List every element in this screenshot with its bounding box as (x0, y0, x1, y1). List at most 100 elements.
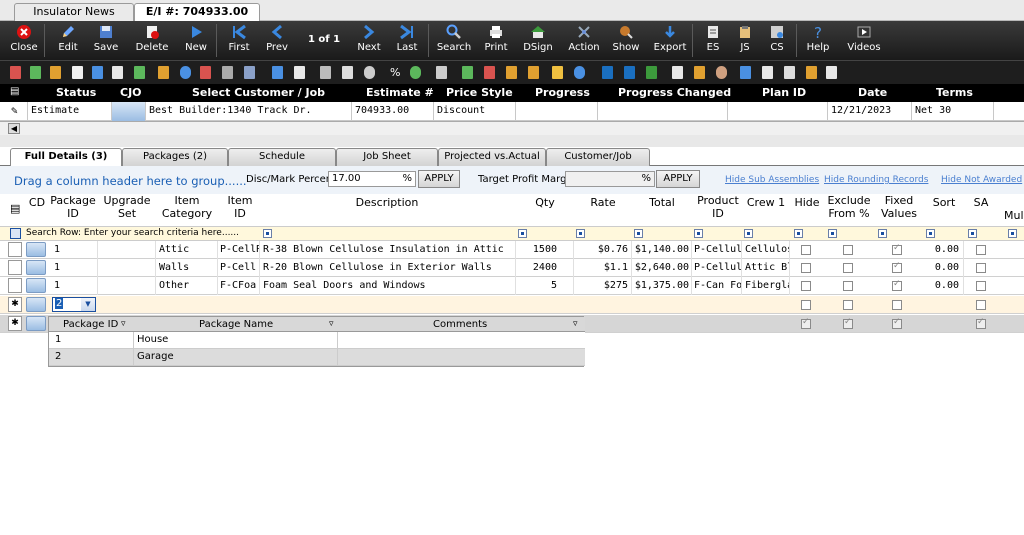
progress-changed-cell[interactable] (598, 102, 728, 121)
search-row-hint[interactable]: Search Row: Enter your search criteria h… (26, 228, 239, 238)
cd-button[interactable] (26, 242, 46, 257)
filter-icon[interactable] (878, 229, 887, 238)
sa-checkbox[interactable] (976, 281, 986, 291)
filter-icon[interactable] (926, 229, 935, 238)
filter-icon[interactable] (1008, 229, 1017, 238)
next-button[interactable]: Next (352, 21, 386, 60)
col-cjo[interactable]: CJO (120, 86, 142, 99)
search-row[interactable]: Search Row: Enter your search criteria h… (0, 226, 1024, 241)
row-indicator[interactable] (8, 278, 22, 293)
tool-icon[interactable] (180, 66, 191, 79)
new-button[interactable]: New (178, 21, 214, 60)
qty-cell[interactable]: 2400 (516, 259, 574, 277)
apply-disc-button[interactable]: APPLY (418, 170, 460, 188)
col-item-category[interactable]: Item Category (158, 194, 216, 224)
grid-menu-icon[interactable]: ▤ (10, 86, 19, 97)
fixed-values-checkbox[interactable] (892, 300, 902, 310)
delete-button[interactable]: Delete (132, 21, 172, 60)
tool-icon[interactable] (294, 66, 305, 79)
fixed-values-checkbox[interactable] (892, 317, 902, 329)
col-date[interactable]: Date (858, 86, 887, 99)
package-dropdown[interactable]: Package ID ▿ Package Name ▿ Comments ▿ 1… (48, 316, 585, 367)
tool-icon[interactable] (72, 66, 83, 79)
percent-icon[interactable]: % (390, 66, 404, 79)
upgrade-set-cell[interactable] (98, 259, 156, 277)
table-row[interactable]: 1 Attic P-CellR R-38 Blown Cellulose Ins… (0, 241, 1024, 259)
col-status[interactable]: Status (56, 86, 96, 99)
user-icon[interactable] (716, 66, 727, 79)
category-cell[interactable]: Walls (156, 259, 218, 277)
filter-icon[interactable] (634, 229, 643, 238)
sort-cell[interactable]: 0.00 (922, 241, 964, 259)
description-cell[interactable]: Foam Seal Doors and Windows (260, 277, 516, 295)
product-id-cell[interactable]: P-Cellulo (692, 259, 742, 277)
col-price-style[interactable]: Price Style (446, 86, 513, 99)
show-button[interactable]: Show (608, 21, 644, 60)
tab-projected-vs-actual[interactable]: Projected vs.Actual (438, 148, 546, 166)
tool-icon[interactable] (200, 66, 211, 79)
tab-packages[interactable]: Packages (2) (122, 148, 228, 166)
tool-icon[interactable] (740, 66, 751, 79)
col-fixed-values[interactable]: Fixed Values (876, 194, 922, 224)
cd-button[interactable] (26, 260, 46, 275)
sa-checkbox[interactable] (976, 300, 986, 310)
tool-icon[interactable] (806, 66, 817, 79)
tool-icon[interactable] (112, 66, 123, 79)
col-customer[interactable]: Select Customer / Job (192, 86, 325, 99)
js-button[interactable]: JS (730, 21, 760, 60)
row-indicator[interactable] (8, 260, 22, 275)
tab-customer-job[interactable]: Customer/Job (546, 148, 650, 166)
tool-icon[interactable] (50, 66, 61, 79)
tool-icon[interactable] (826, 66, 837, 79)
add-row-indicator[interactable]: ✱ (8, 316, 22, 331)
hide-checkbox[interactable] (801, 263, 811, 273)
col-hide[interactable]: Hide (792, 194, 822, 224)
sa-checkbox[interactable] (976, 245, 986, 255)
exclude-checkbox[interactable] (843, 245, 853, 255)
col-sa[interactable]: SA (966, 194, 996, 224)
column-chooser-icon[interactable]: ▤ (10, 202, 20, 215)
sort-cell[interactable]: 0.00 (922, 259, 964, 277)
crew-cell[interactable]: Attic Blo (742, 259, 790, 277)
filter-icon[interactable] (263, 229, 272, 238)
pencil-icon[interactable] (552, 66, 563, 79)
filter-funnel-icon[interactable]: ▿ (121, 319, 126, 329)
col-description[interactable]: Description (262, 194, 512, 224)
new-row[interactable]: ✱ 2 ▼ (0, 296, 1024, 314)
tab-full-details[interactable]: Full Details (3) (10, 148, 122, 166)
category-cell[interactable]: Attic (156, 241, 218, 259)
filter-icon[interactable] (968, 229, 977, 238)
pkg-col-comments[interactable]: Comments (433, 319, 487, 330)
exclude-checkbox[interactable] (843, 317, 853, 329)
hide-sub-assemblies-link[interactable]: Hide Sub Assemblies (725, 175, 819, 185)
exclude-checkbox[interactable] (843, 263, 853, 273)
tool-icon[interactable] (158, 66, 169, 79)
item-id-cell[interactable]: P-Cell (218, 259, 260, 277)
tool-icon[interactable] (624, 66, 635, 79)
dsign-button[interactable]: DSign (520, 21, 556, 60)
pkg-col-name[interactable]: Package Name (199, 319, 273, 330)
last-button[interactable]: Last (390, 21, 424, 60)
total-cell[interactable]: $1,375.00 (632, 277, 692, 295)
description-cell[interactable]: R-38 Blown Cellulose Insulation in Attic (260, 241, 516, 259)
total-cell[interactable]: $1,140.00 (632, 241, 692, 259)
doc-icon[interactable] (784, 66, 795, 79)
filter-funnel-icon[interactable]: ▿ (329, 319, 334, 329)
package-id-cell[interactable]: 1 (52, 241, 98, 259)
tool-icon[interactable] (244, 66, 255, 79)
date-cell[interactable]: 12/21/2023 (828, 102, 912, 121)
hide-rounding-link[interactable]: Hide Rounding Records (824, 175, 928, 185)
package-option[interactable]: 1 House (49, 332, 585, 349)
col-upgrade-set[interactable]: Upgrade Set (100, 194, 154, 224)
package-id-cell[interactable]: 1 (52, 277, 98, 295)
package-id-cell[interactable]: 1 (52, 259, 98, 277)
rate-cell[interactable]: $0.76 (574, 241, 632, 259)
tool-icon[interactable] (10, 66, 21, 79)
col-exclude-from[interactable]: Exclude From % (824, 194, 874, 224)
refresh-icon[interactable] (410, 66, 421, 79)
col-progress[interactable]: Progress (535, 86, 590, 99)
lock-icon[interactable] (506, 66, 517, 79)
rate-cell[interactable]: $275 (574, 277, 632, 295)
tool-icon[interactable] (272, 66, 283, 79)
filter-funnel-icon[interactable]: ▿ (573, 319, 578, 329)
